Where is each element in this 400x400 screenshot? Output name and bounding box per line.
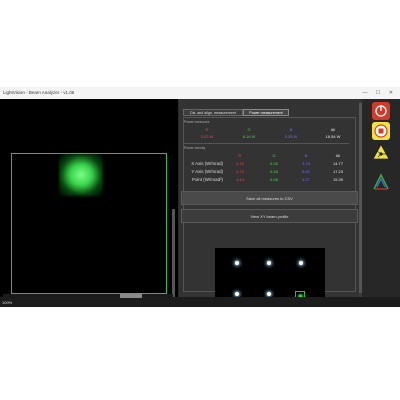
- camera-viewer[interactable]: [0, 99, 178, 297]
- power-button-icon[interactable]: [372, 102, 390, 120]
- pd-row-label-y: Y Axis (W/mrad): [191, 169, 223, 174]
- maximize-button[interactable]: ☐: [373, 87, 383, 99]
- pd-point-b: 4.27: [302, 177, 310, 182]
- pd-header-all: All: [335, 153, 341, 158]
- beam-spot-4: [235, 292, 239, 296]
- stop-button-icon[interactable]: [372, 122, 390, 140]
- pd-x-g: 6.25: [270, 161, 278, 166]
- power-density-title: Power density: [184, 146, 206, 150]
- pm-value-b: 5.35 W: [284, 134, 298, 139]
- pd-x-b: 3.74: [302, 161, 310, 166]
- pd-point-g: 6.68: [270, 177, 278, 182]
- beam-spot-2: [267, 261, 271, 265]
- right-sidebar: [362, 99, 400, 297]
- beam-spot-1: [235, 261, 239, 265]
- measurement-panel: Dis. and align. measurement Power measur…: [179, 99, 360, 304]
- laser-warning-icon[interactable]: [372, 143, 390, 161]
- pd-y-g: 6.48: [270, 169, 278, 174]
- pd-row-label-x: X Axis (W/mrad): [191, 161, 223, 166]
- application-window: LightVision - Beam Analyzer - v1.06 — ☐ …: [0, 87, 400, 307]
- pd-point-r: 4.44: [236, 177, 244, 182]
- pm-header-b: B: [289, 127, 293, 132]
- beam-analyzer-logo-icon[interactable]: [372, 173, 390, 191]
- pd-row-label-point: Point (W/mrad²): [192, 177, 223, 182]
- pd-header-b: B: [304, 153, 308, 158]
- minimize-button[interactable]: —: [360, 87, 370, 99]
- tab-dis-align[interactable]: Dis. and align. measurement: [183, 109, 243, 116]
- window-title: LightVision - Beam Analyzer - v1.06: [3, 90, 75, 95]
- roi-rectangle[interactable]: [11, 153, 167, 294]
- pm-header-g: G: [247, 127, 251, 132]
- viewer-horizontal-scroll-track[interactable]: [3, 294, 173, 298]
- power-measures-title: Power measures: [184, 120, 210, 124]
- pm-header-r: R: [205, 127, 209, 132]
- view-profile-button[interactable]: View XY beam profile: [181, 209, 358, 223]
- pd-point-all: 15.39: [332, 177, 343, 182]
- pd-x-r: 4.70: [236, 161, 244, 166]
- pd-y-all: 17.23: [332, 169, 343, 174]
- zoom-level: 100%: [2, 300, 13, 305]
- pd-y-b: 5.92: [302, 169, 310, 174]
- viewer-horizontal-scrollbar[interactable]: [120, 294, 142, 298]
- pm-value-all: 16.54 W: [325, 134, 341, 139]
- status-bar: [0, 297, 400, 307]
- pd-header-r: R: [238, 153, 242, 158]
- section-divider: [184, 143, 349, 144]
- beam-spot-3: [299, 261, 303, 265]
- beam-spots-preview[interactable]: [215, 248, 325, 304]
- save-csv-button[interactable]: Save all measures to CSV: [181, 191, 358, 205]
- title-bar: LightVision - Beam Analyzer - v1.06 — ☐ …: [0, 87, 400, 99]
- viewer-vertical-scrollbar[interactable]: [172, 209, 175, 297]
- pd-y-r: 4.75: [236, 169, 244, 174]
- pm-value-g: 8.16 W: [242, 134, 256, 139]
- tab-power-measurement[interactable]: Power measurement: [243, 109, 289, 116]
- beam-spot-5: [267, 292, 271, 296]
- close-button[interactable]: ✕: [386, 87, 396, 99]
- pd-x-all: 14.77: [332, 161, 343, 166]
- pm-header-all: All: [330, 127, 336, 132]
- pm-value-r: 3.03 W: [200, 134, 214, 139]
- pd-header-g: G: [272, 153, 276, 158]
